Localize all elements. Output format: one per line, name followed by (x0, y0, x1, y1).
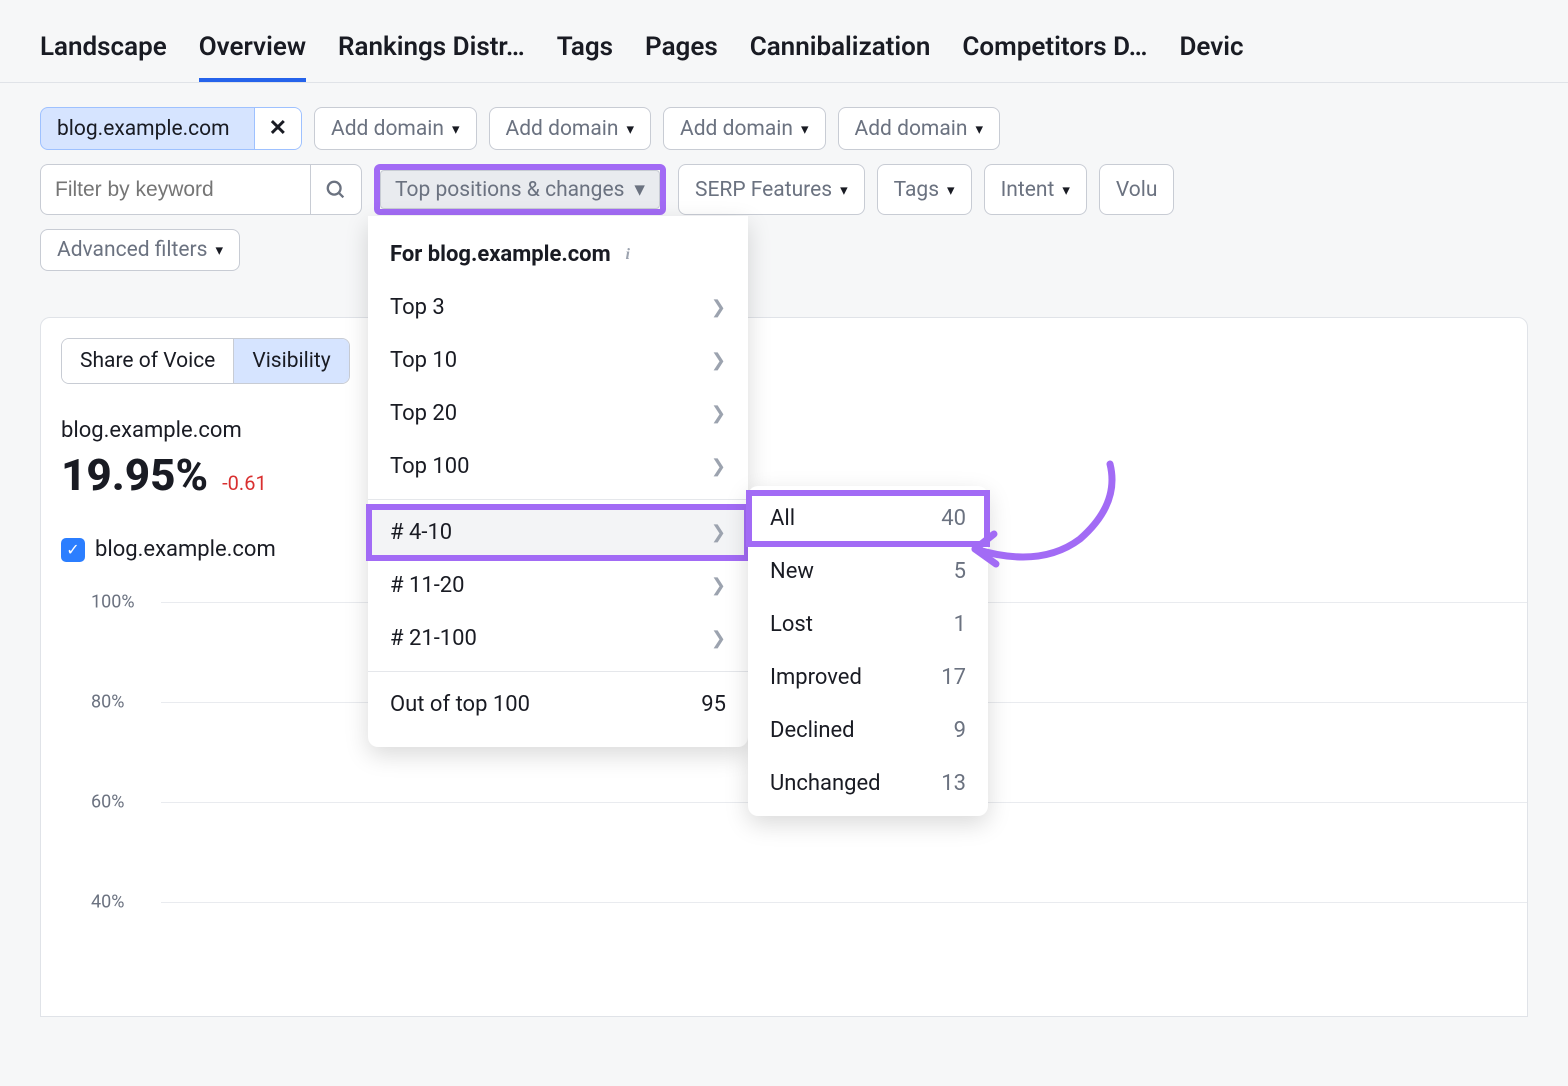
dropdown-separator (368, 671, 748, 672)
visibility-subtabs: Share of Voice Visibility (61, 338, 350, 384)
chevron-down-icon: ▾ (840, 181, 848, 199)
chevron-right-icon: ❯ (711, 575, 726, 596)
subtab-visibility[interactable]: Visibility (233, 339, 348, 383)
chevron-right-icon: ❯ (711, 522, 726, 543)
y-axis-label: 80% (91, 692, 124, 713)
main-tabs: Landscape Overview Rankings Distr… Tags Page… (0, 0, 1568, 83)
tab-competitors-d-[interactable]: Competitors D… (962, 32, 1147, 82)
positions-filter[interactable]: Top positions & changes ▾ (380, 170, 660, 209)
serp-features-filter[interactable]: SERP Features▾ (678, 164, 865, 215)
add-domain-3[interactable]: Add domain▾ (663, 107, 826, 150)
metric-value: 19.95% (61, 449, 208, 501)
chevron-down-icon: ▾ (634, 177, 645, 202)
legend-label: blog.example.com (95, 537, 276, 562)
chevron-down-icon: ▾ (452, 120, 460, 138)
dropdown-item[interactable]: Top 20❯ (368, 387, 748, 440)
submenu-item[interactable]: Declined9 (748, 704, 988, 757)
search-icon (325, 179, 347, 201)
dropdown-item-out[interactable]: Out of top 100 95 (368, 678, 748, 731)
submenu-item[interactable]: New5 (748, 545, 988, 598)
y-axis-label: 60% (91, 792, 124, 813)
chevron-right-icon: ❯ (711, 403, 726, 424)
subtab-share-of-voice[interactable]: Share of Voice (62, 339, 233, 383)
chevron-right-icon: ❯ (711, 628, 726, 649)
submenu-item[interactable]: Lost1 (748, 598, 988, 651)
chevron-down-icon: ▾ (215, 241, 223, 259)
submenu-item[interactable]: All40 (748, 492, 988, 545)
y-axis-label: 40% (91, 892, 124, 913)
chevron-right-icon: ❯ (711, 297, 726, 318)
metric-delta: -0.61 (222, 471, 267, 495)
chevron-down-icon: ▾ (975, 120, 983, 138)
add-domain-2[interactable]: Add domain▾ (489, 107, 652, 150)
volume-filter[interactable]: Volu (1099, 164, 1175, 215)
keyword-search-input[interactable] (40, 164, 310, 215)
chevron-down-icon: ▾ (1062, 181, 1070, 199)
domain-filter-row: blog.example.com ✕ Add domain▾ Add domai… (0, 83, 1568, 150)
tab-cannibalization[interactable]: Cannibalization (750, 32, 931, 82)
search-button[interactable] (310, 164, 362, 215)
grid-line (161, 902, 1527, 903)
add-domain-4[interactable]: Add domain▾ (838, 107, 1001, 150)
dropdown-item[interactable]: # 11-20❯ (368, 559, 748, 612)
advanced-filters[interactable]: Advanced filters▾ (40, 229, 240, 271)
dropdown-item[interactable]: # 21-100❯ (368, 612, 748, 665)
submenu-item[interactable]: Unchanged13 (748, 757, 988, 810)
tab-landscape[interactable]: Landscape (40, 32, 167, 82)
dropdown-header: For blog.example.com i (368, 232, 748, 281)
positions-filter-highlight: Top positions & changes ▾ (374, 164, 666, 215)
dropdown-item[interactable]: Top 10❯ (368, 334, 748, 387)
dropdown-separator (368, 499, 748, 500)
submenu-item[interactable]: Improved17 (748, 651, 988, 704)
dropdown-item[interactable]: Top 100❯ (368, 440, 748, 493)
positions-dropdown: For blog.example.com i Top 3❯Top 10❯Top … (368, 216, 748, 747)
tab-pages[interactable]: Pages (645, 32, 718, 82)
tags-filter[interactable]: Tags▾ (877, 164, 972, 215)
tab-tags[interactable]: Tags (557, 32, 613, 82)
annotation-arrow (960, 454, 1140, 584)
tab-rankings-distr-[interactable]: Rankings Distr… (338, 32, 525, 82)
filter-controls-row: Top positions & changes ▾ SERP Features▾… (0, 150, 1568, 215)
chevron-down-icon: ▾ (626, 120, 634, 138)
visibility-metric: blog.example.com 19.95% -0.61 (41, 384, 1527, 501)
chevron-right-icon: ❯ (711, 456, 726, 477)
positions-submenu: All40New5Lost1Improved17Declined9Unchang… (748, 486, 988, 816)
tab-devic[interactable]: Devic (1179, 32, 1243, 82)
dropdown-item[interactable]: # 4-10❯ (368, 506, 748, 559)
legend-checkbox[interactable]: ✓ (61, 538, 85, 562)
advanced-filters-row: Advanced filters▾ (0, 215, 1568, 289)
info-icon[interactable]: i (619, 246, 637, 264)
intent-filter[interactable]: Intent▾ (984, 164, 1087, 215)
dropdown-item[interactable]: Top 3❯ (368, 281, 748, 334)
chevron-down-icon: ▾ (947, 181, 955, 199)
tab-overview[interactable]: Overview (199, 32, 306, 82)
chevron-right-icon: ❯ (711, 350, 726, 371)
domain-chip-text: blog.example.com (41, 109, 246, 149)
close-icon[interactable]: ✕ (254, 108, 301, 149)
domain-chip[interactable]: blog.example.com ✕ (40, 107, 302, 150)
y-axis-label: 100% (91, 592, 135, 613)
keyword-search (40, 164, 362, 215)
chevron-down-icon: ▾ (801, 120, 809, 138)
metric-domain: blog.example.com (61, 418, 1527, 443)
add-domain-1[interactable]: Add domain▾ (314, 107, 477, 150)
